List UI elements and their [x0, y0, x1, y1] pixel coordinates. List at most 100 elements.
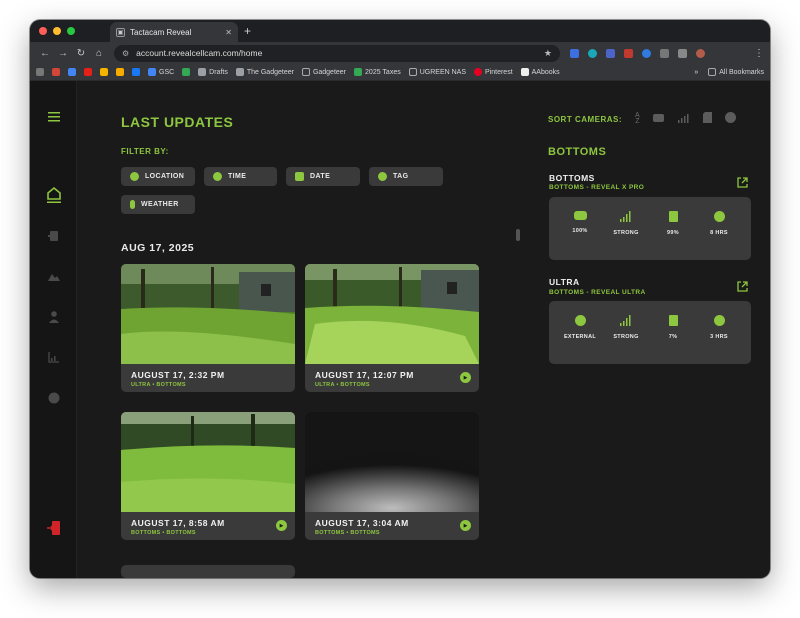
trail-photo: [305, 264, 479, 364]
bookmark-gsc[interactable]: GSC: [148, 68, 174, 76]
chart-nav-icon[interactable]: [30, 352, 77, 363]
address-bar[interactable]: ⚙ account.revealcellcam.com/home ★: [114, 44, 560, 62]
camera-name[interactable]: BOTTOMS: [549, 173, 595, 183]
browser-window: ▣ Tactacam Reveal ✕ + ← → ↻ ⌂ ⚙ account.…: [30, 20, 770, 578]
calendar-icon: [295, 172, 304, 181]
storage-stat: 99%: [648, 211, 698, 236]
profile-avatar[interactable]: [696, 48, 705, 58]
bookmark-gadgeteer[interactable]: Gadgeteer: [301, 68, 346, 76]
logout-icon[interactable]: [30, 521, 77, 535]
scrollbar-thumb[interactable]: [516, 229, 520, 241]
help-nav-icon[interactable]: [30, 392, 77, 404]
sort-alpha-icon[interactable]: AZ: [635, 112, 640, 125]
gmail-icon[interactable]: [52, 68, 60, 76]
external-link-icon[interactable]: [737, 281, 748, 295]
photo-timestamp: AUGUST 17, 3:04 AM: [315, 518, 409, 528]
zoom-window-button[interactable]: [67, 27, 75, 35]
signal-stat: STRONG: [601, 211, 651, 236]
photo-card[interactable]: AUGUST 17, 8:58 AM BOTTOMS • BOTTOMS ▶: [121, 412, 295, 540]
extension-globe-icon[interactable]: [588, 48, 597, 58]
storage-stat: 7%: [648, 315, 698, 340]
analytics-icon[interactable]: [116, 68, 124, 76]
sort-battery-icon[interactable]: [652, 113, 665, 125]
play-video-icon[interactable]: ▶: [276, 520, 287, 531]
window-controls: [39, 27, 75, 35]
filter-location-button[interactable]: LOCATION: [121, 167, 195, 186]
power-stat: EXTERNAL: [555, 315, 605, 340]
signal-icon: [601, 315, 651, 326]
extension-blue-icon[interactable]: [642, 48, 651, 58]
browser-menu-icon[interactable]: ⋮: [754, 48, 764, 59]
extension-red-icon[interactable]: [624, 48, 633, 58]
tab-close-icon[interactable]: ✕: [225, 28, 232, 37]
camera-model: BOTTOMS - REVEAL ULTRA: [549, 289, 646, 296]
bookmark-aabooks[interactable]: AAbooks: [520, 68, 560, 76]
sort-cameras-label: SORT CAMERAS:: [548, 115, 623, 124]
home-icon[interactable]: ⌂: [90, 48, 108, 59]
external-link-icon[interactable]: [737, 177, 748, 191]
filter-date-button[interactable]: DATE: [286, 167, 360, 186]
calendar-icon[interactable]: [68, 68, 76, 76]
reload-icon[interactable]: ↻: [72, 48, 90, 59]
sd-card-icon: [668, 211, 678, 222]
bookmark-the-gadgeteer[interactable]: The Gadgeteer: [235, 68, 294, 76]
tab-title: Tactacam Reveal: [130, 27, 192, 37]
photo-card[interactable]: AUGUST 17, 2:32 PM ULTRA • BOTTOMS: [121, 264, 295, 392]
forward-icon[interactable]: →: [54, 48, 72, 59]
extensions-puzzle-icon[interactable]: [660, 48, 669, 58]
home-nav-icon[interactable]: [30, 186, 77, 203]
close-window-button[interactable]: [39, 27, 47, 35]
pinwheel-icon[interactable]: [182, 68, 191, 76]
date-heading: AUG 17, 2025: [121, 242, 195, 254]
photo-card[interactable]: AUGUST 17, 3:04 AM BOTTOMS • BOTTOMS ▶: [305, 412, 479, 540]
photos-icon[interactable]: [100, 68, 108, 76]
camera-model: BOTTOMS - REVEAL X PRO: [549, 184, 645, 191]
back-icon[interactable]: ←: [36, 48, 54, 59]
photo-timestamp: AUGUST 17, 2:32 PM: [131, 370, 225, 380]
filter-tag-button[interactable]: TAG: [369, 167, 443, 186]
clock-icon: [713, 211, 725, 222]
sort-time-icon[interactable]: [724, 112, 736, 126]
map-nav-icon[interactable]: [30, 271, 77, 281]
apps-grid-icon[interactable]: [36, 68, 44, 76]
filter-time-button[interactable]: TIME: [204, 167, 277, 186]
extension-shield-icon[interactable]: [570, 48, 579, 58]
play-video-icon[interactable]: ▶: [460, 520, 471, 531]
play-video-icon[interactable]: ▶: [460, 372, 471, 383]
browser-tab[interactable]: ▣ Tactacam Reveal ✕: [110, 22, 238, 42]
sort-storage-icon[interactable]: [702, 112, 712, 126]
tab-favicon-icon: ▣: [116, 27, 125, 37]
bookmark-star-icon[interactable]: ★: [544, 48, 552, 59]
sidebar: [30, 81, 77, 578]
more-bookmarks-icon[interactable]: »: [694, 69, 698, 76]
location-pin-icon: [130, 172, 139, 181]
photo-thumbnail-partial: [121, 565, 295, 578]
camera-nav-icon[interactable]: [30, 230, 77, 242]
filter-weather-button[interactable]: WEATHER: [121, 195, 195, 214]
clock-icon: [213, 172, 222, 181]
extension-k-icon[interactable]: [606, 48, 615, 58]
photo-card[interactable]: [121, 565, 295, 578]
tab-strip: ▣ Tactacam Reveal ✕ +: [30, 20, 770, 42]
camera-name[interactable]: ULTRA: [549, 277, 580, 287]
profile-nav-icon[interactable]: [30, 311, 77, 323]
upload-interval-stat: 8 HRS: [694, 211, 744, 236]
new-tab-button[interactable]: +: [244, 24, 251, 38]
sort-signal-icon[interactable]: [677, 113, 690, 126]
photo-camera-label: ULTRA • BOTTOMS: [131, 382, 186, 388]
photo-camera-label: BOTTOMS • BOTTOMS: [131, 530, 196, 536]
site-settings-icon[interactable]: ⚙: [122, 49, 129, 58]
photo-timestamp: AUGUST 17, 12:07 PM: [315, 370, 414, 380]
bookmark-pinterest[interactable]: Pinterest: [474, 68, 513, 76]
url-text: account.revealcellcam.com/home: [136, 48, 263, 58]
all-bookmarks-folder[interactable]: All Bookmarks: [708, 68, 764, 76]
sidepanel-icon[interactable]: [678, 48, 687, 58]
youtube-icon[interactable]: [84, 68, 92, 76]
minimize-window-button[interactable]: [53, 27, 61, 35]
facebook-icon[interactable]: [132, 68, 140, 76]
bookmark-drafts[interactable]: Drafts: [198, 68, 228, 76]
bookmark-ugreen-nas[interactable]: UGREEN NAS: [408, 68, 466, 76]
hamburger-menu-icon[interactable]: [30, 112, 77, 122]
photo-card[interactable]: AUGUST 17, 12:07 PM ULTRA • BOTTOMS ▶: [305, 264, 479, 392]
bookmark-2025-taxes[interactable]: 2025 Taxes: [354, 68, 401, 76]
